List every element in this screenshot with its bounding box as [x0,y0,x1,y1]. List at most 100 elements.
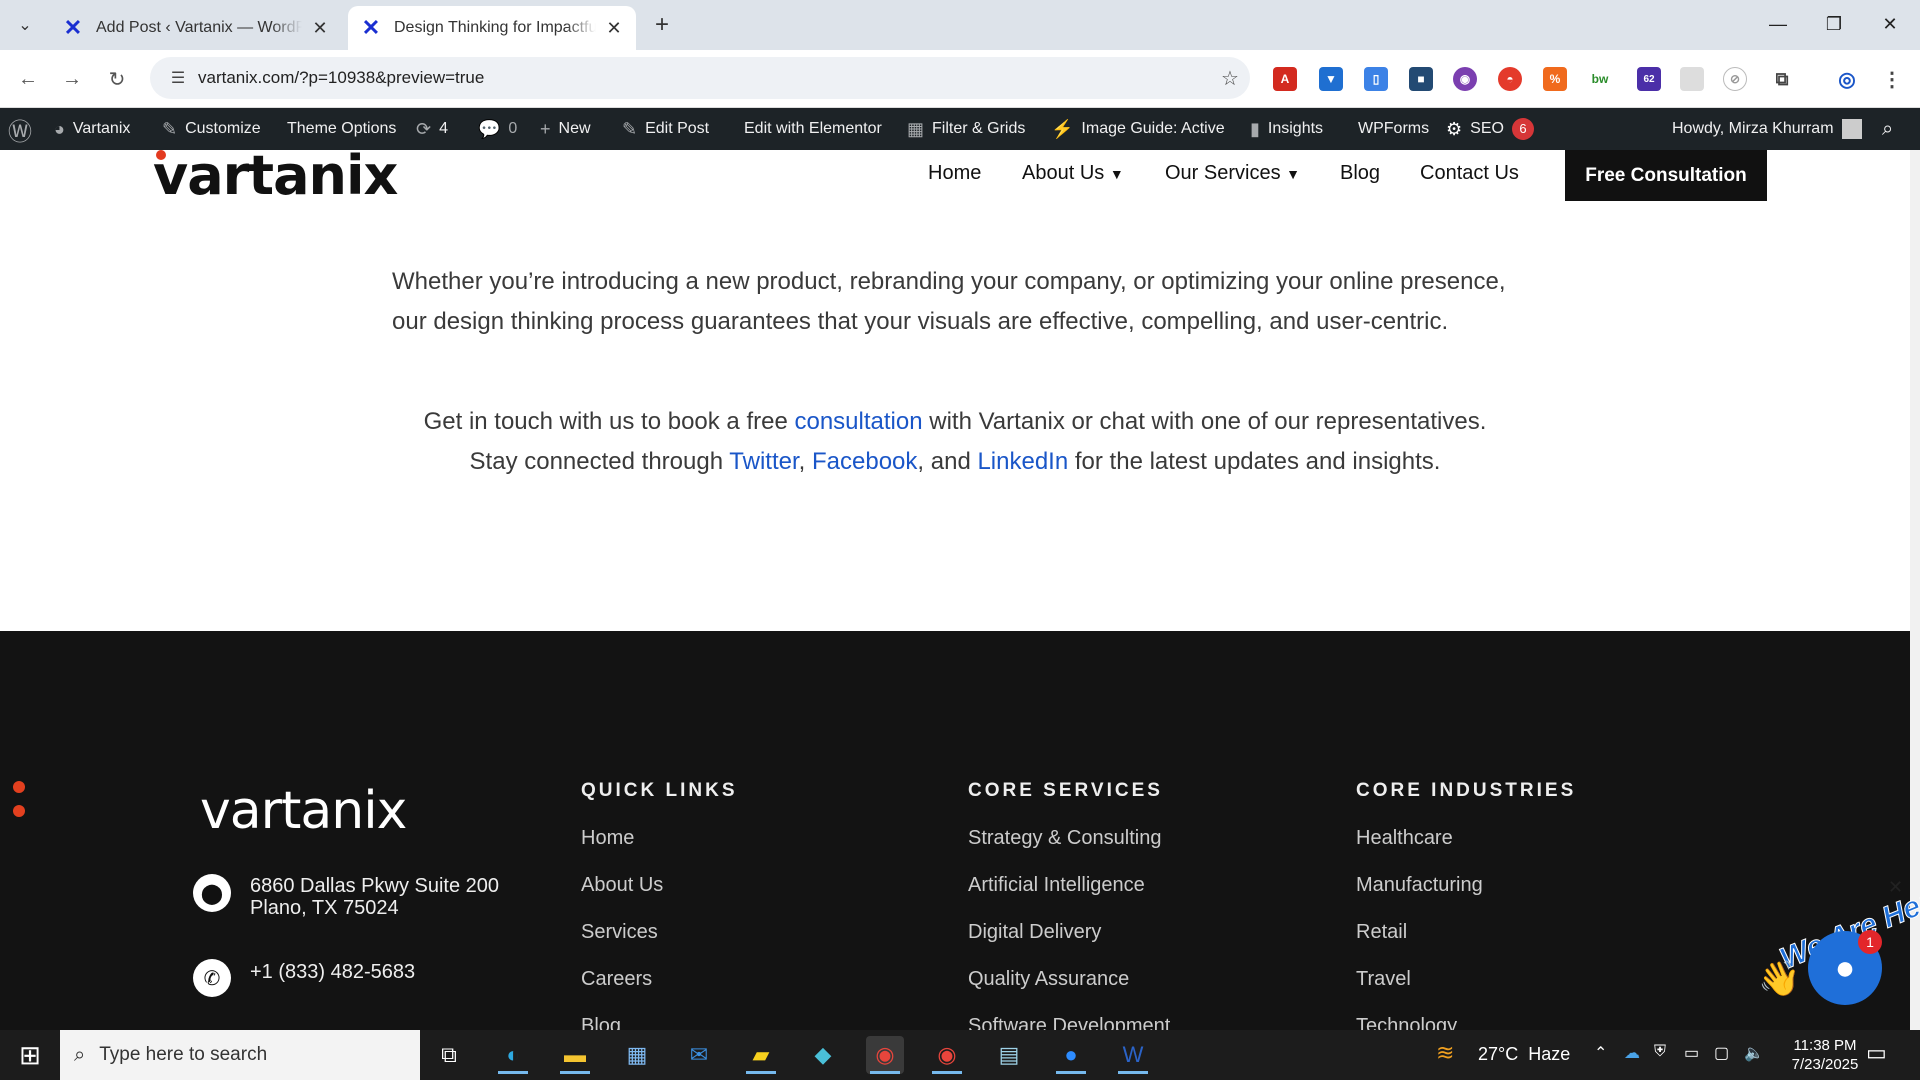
chevron-up-icon[interactable]: ⌃ [1594,1043,1607,1063]
wpbar-seo[interactable]: ⚙ SEO 6 [1446,108,1534,150]
volume-icon[interactable]: 🔈 [1744,1043,1764,1063]
footer-link-retail[interactable]: Retail [1356,921,1407,944]
twitter-link[interactable]: Twitter [729,448,798,475]
shield-extension-icon[interactable]: ▼ [1319,67,1343,91]
text: , and [917,448,978,475]
reload-icon[interactable]: ↻ [101,63,133,95]
profile-icon[interactable]: ◎ [1835,67,1859,91]
puzzle-extensions-icon[interactable]: ⧉ [1770,67,1794,91]
search-icon[interactable]: ⌕ [1882,108,1893,150]
wpbar-wpforms[interactable]: WPForms [1358,108,1429,150]
bw-extension-icon[interactable]: bw [1588,67,1612,91]
nav-home[interactable]: Home [928,162,981,185]
address-bar[interactable]: ☰ vartanix.com/?p=10938&preview=true ☆ [150,57,1250,99]
running-indicator [1118,1071,1148,1074]
onedrive-icon[interactable]: ☁ [1624,1043,1640,1063]
footer-link-digital-delivery[interactable]: Digital Delivery [968,921,1101,944]
site-info-icon[interactable]: ☰ [158,68,198,88]
window-close-icon[interactable]: ✕ [1862,0,1918,48]
footer-logo[interactable]: vartanix [200,781,407,841]
nav-contact-us[interactable]: Contact Us [1420,162,1519,185]
wpbar-edit-post[interactable]: ✎ Edit Post [622,108,709,150]
bookmark-star-icon[interactable]: ☆ [1210,66,1250,91]
wordpress-logo-icon[interactable]: Ⓦ [8,108,32,150]
footer-link-travel[interactable]: Travel [1356,968,1411,991]
tab-design-thinking[interactable]: ✕ Design Thinking for Impactful Visuals … [348,6,636,50]
footer-link-ai[interactable]: Artificial Intelligence [968,874,1145,897]
file-explorer-icon[interactable]: ▬ [556,1036,594,1074]
footer-link-home[interactable]: Home [581,827,634,850]
wpbar-filter-grids[interactable]: ▦ Filter & Grids [907,108,1025,150]
notepad-icon[interactable]: ▤ [990,1036,1028,1074]
free-consultation-button[interactable]: Free Consultation [1565,150,1767,201]
edge-icon[interactable]: ◐ [494,1036,532,1074]
wpbar-site[interactable]: ◕ Vartanix [54,108,130,150]
acrobat-extension-icon[interactable]: A [1273,67,1297,91]
consultation-link[interactable]: consultation [794,408,922,435]
footer-link-about[interactable]: About Us [581,874,663,897]
windows-start-icon[interactable]: ⊞ [11,1036,49,1074]
footer-phone[interactable]: +1 (833) 482-5683 [250,961,415,984]
taskbar-clock[interactable]: 11:38 PM 7/23/2025 [1780,1036,1870,1074]
facebook-link[interactable]: Facebook [812,448,917,475]
footer-link-services[interactable]: Services [581,921,658,944]
taskbar-search[interactable]: ⌕ Type here to search [60,1030,420,1080]
battery-icon[interactable]: ▭ [1684,1043,1699,1063]
blank-extension-icon[interactable] [1680,67,1704,91]
nav-about-us[interactable]: About Us ▼ [1022,162,1124,185]
weather-text[interactable]: 27°C Haze [1478,1044,1570,1065]
compass-extension-icon[interactable]: ⊘ [1723,67,1747,91]
footer-link-strategy[interactable]: Strategy & Consulting [968,827,1161,850]
tab-search-chevron-icon[interactable]: ⌄ [9,9,41,41]
doc-extension-icon[interactable]: ▯ [1364,67,1388,91]
wpbar-new-label: New [558,120,591,137]
network-icon[interactable]: ▢ [1714,1043,1729,1063]
minimize-icon[interactable]: — [1750,0,1806,48]
sticky-notes-icon[interactable]: ▰ [742,1036,780,1074]
restore-icon[interactable]: ❐ [1806,0,1862,48]
close-icon[interactable]: ✕ [604,18,624,39]
footer-link-careers[interactable]: Careers [581,968,652,991]
chrome-icon[interactable]: ◉ [866,1036,904,1074]
color-extension-icon[interactable]: ◉ [1453,67,1477,91]
task-view-icon[interactable]: ⧉ [430,1036,468,1074]
store-icon[interactable]: ▦ [618,1036,656,1074]
folder-extension-icon[interactable]: ■ [1409,67,1433,91]
app-diamond-icon[interactable]: ◆ [804,1036,842,1074]
wpbar-theme-options-label: Theme Options [287,120,397,137]
chrome-profile-icon[interactable]: ◉ [928,1036,966,1074]
site-logo[interactable]: vartanix [153,144,398,207]
wpbar-new[interactable]: + New [540,108,591,150]
word-icon[interactable]: W [1114,1036,1152,1074]
wpbar-howdy[interactable]: Howdy, Mirza Khurram [1672,108,1862,150]
notifications-icon[interactable]: ▭ [1866,1040,1887,1066]
new-tab-plus-icon[interactable]: + [646,9,678,41]
security-icon[interactable]: ⛨ [1654,1043,1666,1061]
tab-add-post[interactable]: ✕ Add Post ‹ Vartanix — WordPress ✕ [50,6,342,50]
mail-icon[interactable]: ✉ [680,1036,718,1074]
wpbar-edit-elementor[interactable]: Edit with Elementor [744,108,882,150]
forward-arrow-icon[interactable]: → [56,63,88,95]
wpbar-comments[interactable]: 💬 0 [478,108,517,150]
footer-link-healthcare[interactable]: Healthcare [1356,827,1453,850]
chat-unread-badge: 1 [1858,930,1882,954]
linkedin-link[interactable]: LinkedIn [977,448,1068,475]
zoom-icon[interactable]: ● [1052,1036,1090,1074]
wpbar-updates[interactable]: ⟳ 4 [416,108,448,150]
percent-extension-icon[interactable]: % [1543,67,1567,91]
decor-dot-icon [13,805,25,817]
url-text[interactable]: vartanix.com/?p=10938&preview=true [198,68,1210,88]
badge-extension-icon[interactable]: 62 [1637,67,1661,91]
nav-our-services[interactable]: Our Services ▼ [1165,162,1300,185]
footer-link-qa[interactable]: Quality Assurance [968,968,1129,991]
body-paragraph-2: Get in touch with us to book a free cons… [380,402,1530,442]
wpbar-image-guide[interactable]: ⚡ Image Guide: Active [1051,108,1225,150]
wpbar-insights[interactable]: ▮ Insights [1250,108,1323,150]
close-icon[interactable]: ✕ [310,18,330,39]
back-arrow-icon[interactable]: ← [12,63,44,95]
kebab-menu-icon[interactable]: ⋮ [1880,67,1904,91]
pokeball-extension-icon[interactable]: ◓ [1498,67,1522,91]
nav-blog[interactable]: Blog [1340,162,1380,185]
wpbar-image-guide-label: Image Guide: Active [1081,120,1225,137]
footer-link-manufacturing[interactable]: Manufacturing [1356,874,1483,897]
